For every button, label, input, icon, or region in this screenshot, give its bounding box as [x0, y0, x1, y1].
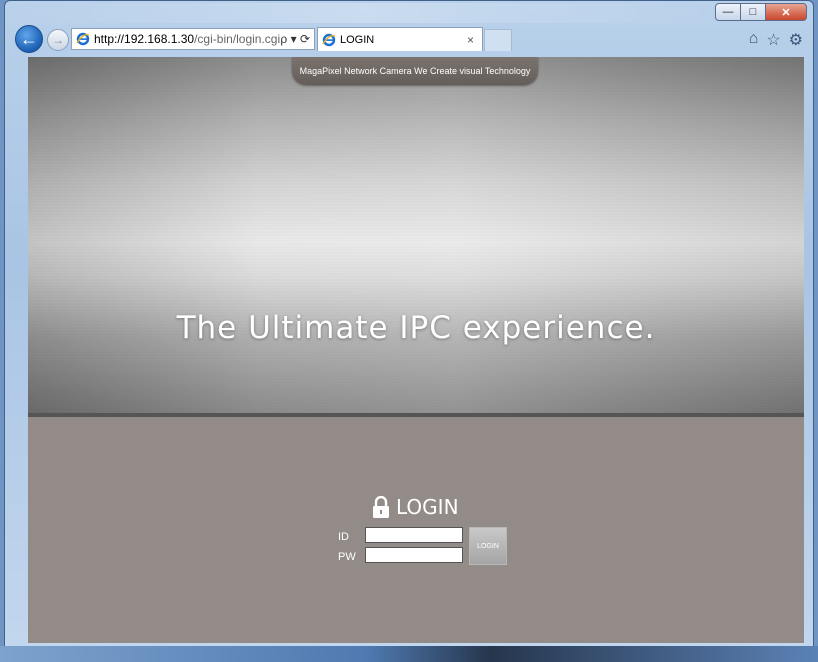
close-button[interactable]: ✕: [765, 3, 807, 21]
browser-tools: ⌂ ☆ ⚙: [749, 30, 803, 50]
navigation-bar: ← → http://192.168.1.30/cgi-bin/login.cg…: [11, 25, 811, 53]
back-arrow-icon: ←: [20, 28, 38, 49]
login-panel: LOGIN ID PW LOGIN: [28, 417, 804, 643]
url-host: http://192.168.1.30: [94, 32, 195, 46]
internet-explorer-icon: [322, 33, 336, 46]
tab-login[interactable]: LOGIN ×: [317, 27, 483, 51]
divider: [28, 413, 804, 417]
taskbar-strip: [0, 646, 818, 662]
tagline: MagaPixel Network Camera We Create visua…: [292, 57, 538, 85]
window-controls: — □ ✕: [715, 3, 807, 21]
forward-arrow-icon: →: [52, 33, 64, 47]
id-field[interactable]: [365, 527, 463, 543]
internet-explorer-icon: [76, 32, 90, 46]
hero-banner: MagaPixel Network Camera We Create visua…: [28, 57, 804, 413]
tab-close-icon[interactable]: ×: [467, 33, 474, 47]
browser-window: — □ ✕ ← → http://192.168.1.30/cgi-bin/lo…: [4, 0, 814, 658]
new-tab-button[interactable]: [484, 29, 512, 51]
headline: The Ultimate IPC experience.: [176, 310, 656, 346]
page-content: MagaPixel Network Camera We Create visua…: [28, 57, 804, 643]
id-label: ID: [338, 531, 349, 543]
title-bar: [15, 3, 715, 23]
pw-label: PW: [338, 551, 356, 563]
back-button[interactable]: ←: [15, 25, 43, 53]
search-refresh-icon[interactable]: ρ ▾ ⟳: [280, 32, 314, 46]
pw-field[interactable]: [365, 547, 463, 563]
gear-icon[interactable]: ⚙: [789, 30, 803, 50]
maximize-button[interactable]: □: [740, 3, 766, 21]
login-heading: LOGIN: [372, 495, 459, 519]
url-path: /cgi-bin/login.cgi: [194, 32, 281, 46]
login-button[interactable]: LOGIN: [469, 527, 507, 565]
home-icon[interactable]: ⌂: [749, 30, 759, 50]
tab-title: LOGIN: [340, 33, 375, 46]
star-icon[interactable]: ☆: [766, 30, 780, 50]
lock-icon: [373, 496, 389, 518]
forward-button[interactable]: →: [47, 29, 69, 51]
address-bar[interactable]: http://192.168.1.30/cgi-bin/login.cgi ρ …: [71, 28, 315, 50]
minimize-button[interactable]: —: [715, 3, 741, 21]
login-title: LOGIN: [396, 495, 459, 519]
